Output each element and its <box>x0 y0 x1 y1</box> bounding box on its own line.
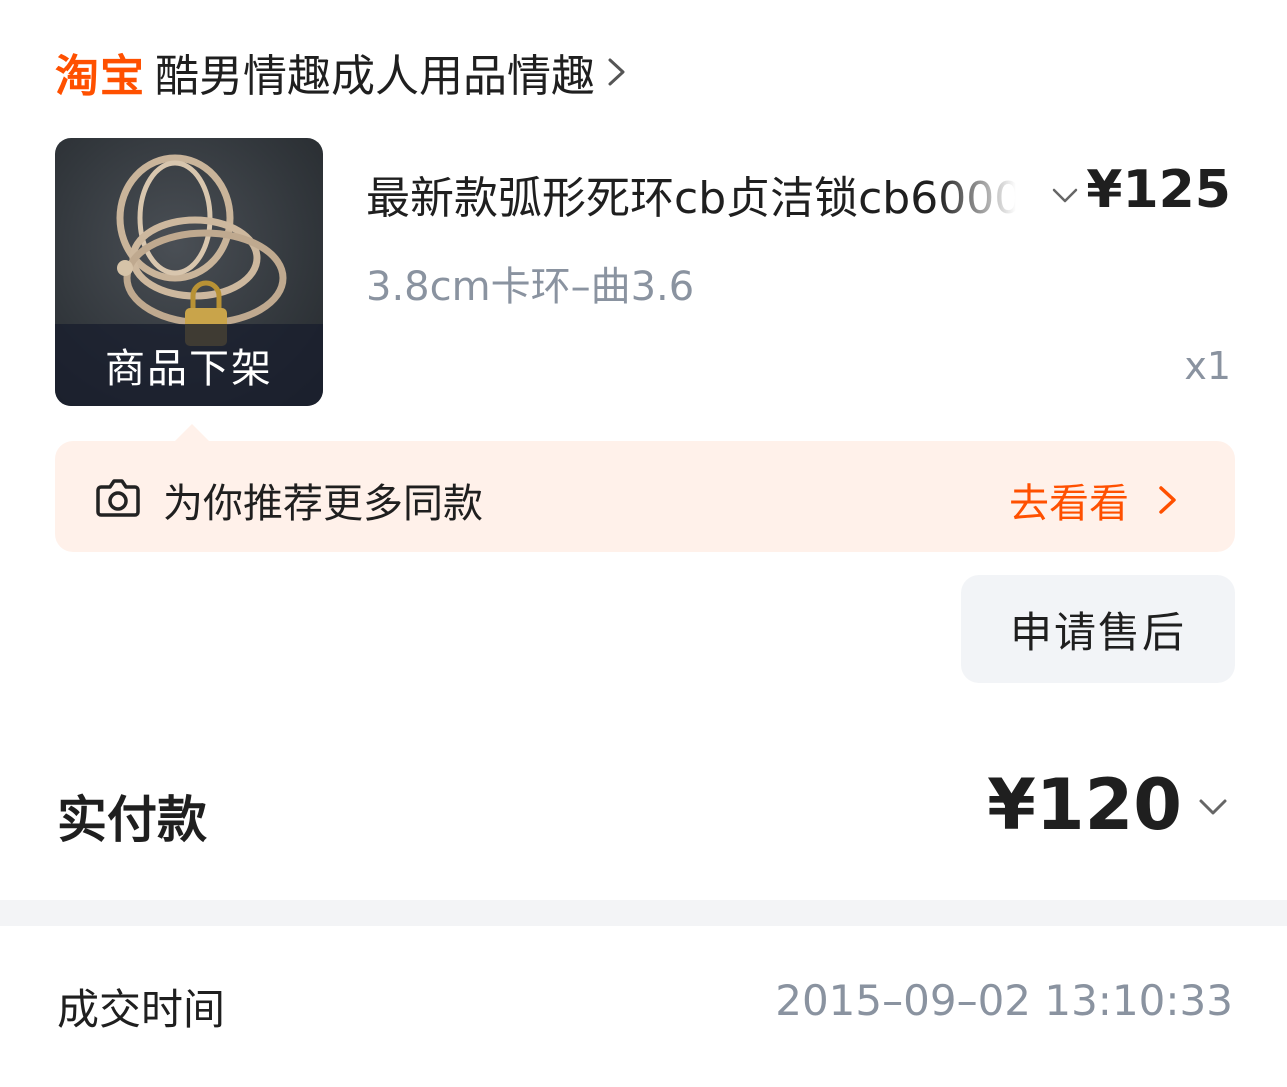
recommend-link[interactable]: 去看看 <box>1009 471 1179 529</box>
camera-icon <box>96 479 140 517</box>
item-quantity: x1 <box>1184 344 1231 388</box>
item-price: ¥125 <box>1086 160 1231 220</box>
item-sku: 3.8cm卡环–曲3.6 <box>366 264 695 310</box>
shop-name[interactable]: 酷男情趣成人用品情趣 <box>155 40 595 104</box>
recommend-banner[interactable]: 为你推荐更多同款 去看看 <box>55 441 1235 552</box>
deal-time-label: 成交时间 <box>57 985 226 1034</box>
deal-time-value: 2015–09–02 13:10:33 <box>775 976 1233 1025</box>
section-divider <box>0 900 1287 926</box>
product-thumbnail[interactable]: 商品下架 <box>55 138 323 406</box>
chevron-down-icon[interactable] <box>1196 792 1230 822</box>
product-title[interactable]: 最新款弧形死环cb贞洁锁cb6000 <box>366 162 1016 226</box>
paid-amount-value[interactable]: ¥120 <box>987 764 1182 846</box>
taobao-logo: 淘宝 <box>55 51 145 102</box>
chevron-down-icon[interactable] <box>1050 180 1080 210</box>
recommend-link-label: 去看看 <box>1009 481 1129 527</box>
chevron-right-icon[interactable] <box>605 52 629 92</box>
chevron-right-icon <box>1159 486 1176 514</box>
recommend-pointer <box>174 424 210 442</box>
shop-header[interactable]: 淘宝 酷男情趣成人用品情趣 <box>55 40 629 104</box>
after-sale-button[interactable]: 申请售后 <box>961 575 1235 683</box>
recommend-text: 为你推荐更多同款 <box>163 481 483 527</box>
paid-amount-label: 实付款 <box>57 791 207 849</box>
delisted-overlay: 商品下架 <box>55 324 323 406</box>
